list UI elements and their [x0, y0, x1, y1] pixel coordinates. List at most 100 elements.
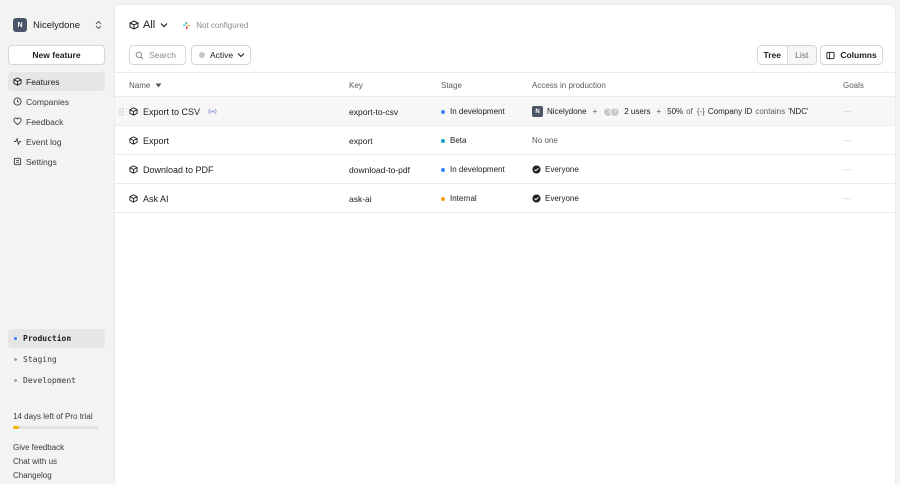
column-header-name[interactable]: Name — [129, 81, 162, 90]
sidebar-item-feedback[interactable]: Feedback — [8, 112, 105, 131]
stage-dot — [441, 167, 445, 172]
company-avatar: N — [532, 106, 543, 117]
remote-config-icon — [208, 108, 217, 115]
integration-status[interactable]: Not configured — [182, 21, 248, 30]
sort-desc-icon — [155, 83, 162, 88]
view-list-button[interactable]: List — [787, 46, 816, 64]
attribute-icon: {-} — [696, 107, 705, 116]
feature-stage: Internal — [441, 184, 477, 213]
chevron-updown-icon — [95, 20, 102, 32]
table-row[interactable]: Download to PDF download-to-pdf In devel… — [115, 155, 895, 184]
org-name: Nicelydone — [33, 19, 80, 31]
check-circle-icon — [532, 165, 541, 174]
env-staging[interactable]: Staging — [8, 350, 105, 369]
feature-name-cell[interactable]: Export to CSV — [129, 97, 217, 126]
feature-name-cell[interactable]: Download to PDF — [129, 155, 214, 184]
access-rules[interactable]: Everyone — [532, 155, 579, 184]
search-placeholder: Search — [149, 50, 176, 60]
feature-stage: Beta — [441, 126, 466, 155]
sidebar-item-features[interactable]: Features — [8, 72, 105, 91]
stage-dot — [441, 109, 445, 114]
feature-icon — [129, 107, 138, 116]
env-status-dot — [14, 379, 17, 382]
rollout-of: of — [686, 107, 693, 116]
feature-name: Ask AI — [143, 193, 169, 204]
stage-label: Internal — [450, 194, 477, 203]
stage-label: Beta — [450, 136, 467, 145]
feature-icon — [129, 165, 138, 174]
feature-name: Export — [143, 135, 170, 146]
org-switcher[interactable]: N Nicelydone — [13, 17, 105, 33]
column-header-key[interactable]: Key — [349, 81, 363, 90]
access-rules[interactable]: Everyone — [532, 184, 579, 213]
feature-key: export — [349, 135, 373, 146]
env-label: Production — [23, 334, 72, 343]
filter-status-dot — [199, 52, 205, 58]
org-avatar: N — [13, 18, 27, 32]
sidebar-item-label: Event log — [26, 136, 62, 147]
table-row[interactable]: Export export Beta No one — — [115, 126, 895, 155]
companies-icon — [13, 97, 22, 106]
trial-status[interactable]: 14 days left of Pro trial — [13, 412, 101, 429]
feature-goals: — — [843, 107, 851, 116]
column-header-access[interactable]: Access in production — [532, 81, 606, 90]
sidebar-item-companies[interactable]: Companies — [8, 92, 105, 111]
sidebar-item-event-log[interactable]: Event log — [8, 132, 105, 151]
view-toggle: Tree List — [757, 45, 817, 65]
chat-with-us-link[interactable]: Chat with us — [13, 457, 64, 471]
changelog-link[interactable]: Changelog — [13, 471, 64, 484]
stage-dot — [441, 196, 445, 201]
feature-key: ask-ai — [349, 193, 372, 204]
columns-button[interactable]: Columns — [820, 45, 883, 65]
toolbar: Search Active Tree List Columns — [129, 45, 883, 65]
columns-icon — [826, 51, 835, 60]
feature-goals: — — [843, 165, 851, 174]
main-panel: All Not configured Search Active Tree Li… — [114, 4, 896, 484]
sidebar-item-settings[interactable]: Settings — [8, 152, 105, 171]
users-count: 2 users — [624, 107, 651, 116]
access-rules[interactable]: N Nicelydone + ? ? 2 users + 50% of {-} … — [532, 97, 809, 126]
env-label: Staging — [23, 355, 57, 364]
feature-name: Export to CSV — [143, 106, 201, 117]
env-label: Development — [23, 376, 76, 385]
drag-handle-icon[interactable] — [119, 108, 124, 116]
scope-selector[interactable]: All — [129, 19, 168, 31]
plus-separator: + — [592, 107, 598, 116]
table-row[interactable]: Export to CSV export-to-csv In developme… — [115, 97, 895, 126]
stage-label: In development — [450, 165, 505, 174]
features-icon — [129, 20, 139, 30]
feature-name-cell[interactable]: Ask AI — [129, 184, 169, 213]
attribute-operator: contains — [755, 107, 786, 116]
sidebar-item-label: Settings — [26, 156, 57, 167]
event-log-icon — [13, 137, 22, 146]
table-header: Name Key Stage Access in production Goal… — [115, 72, 895, 97]
chevron-down-icon — [160, 22, 168, 28]
view-tree-button[interactable]: Tree — [758, 46, 788, 64]
new-feature-button[interactable]: New feature — [8, 45, 105, 65]
column-header-stage[interactable]: Stage — [441, 81, 462, 90]
feature-icon — [129, 136, 138, 145]
filter-label: Active — [210, 50, 234, 60]
user-avatar: ? — [610, 106, 621, 117]
status-filter-dropdown[interactable]: Active — [191, 45, 251, 65]
column-header-goals[interactable]: Goals — [843, 81, 864, 90]
table-row[interactable]: Ask AI ask-ai Internal Everyone — — [115, 184, 895, 213]
company-name: Nicelydone — [547, 107, 587, 116]
search-input[interactable]: Search — [129, 45, 186, 65]
header: All Not configured — [129, 17, 248, 33]
access-rules[interactable]: No one — [532, 126, 558, 155]
feature-name-cell[interactable]: Export — [129, 126, 169, 155]
attribute-name: Company ID — [707, 107, 753, 116]
feature-key: download-to-pdf — [349, 164, 410, 175]
sidebar-nav: Features Companies Feedback Event log Se… — [8, 72, 105, 172]
feature-goals: — — [843, 136, 851, 145]
sidebar-item-label: Features — [26, 76, 60, 87]
feature-key: export-to-csv — [349, 106, 399, 117]
feedback-icon — [13, 117, 22, 126]
env-development[interactable]: Development — [8, 371, 105, 390]
env-production[interactable]: Production — [8, 329, 105, 348]
give-feedback-link[interactable]: Give feedback — [13, 443, 64, 457]
column-label: Name — [129, 81, 151, 90]
sidebar-item-label: Feedback — [26, 116, 64, 127]
plus-separator: + — [656, 107, 662, 116]
